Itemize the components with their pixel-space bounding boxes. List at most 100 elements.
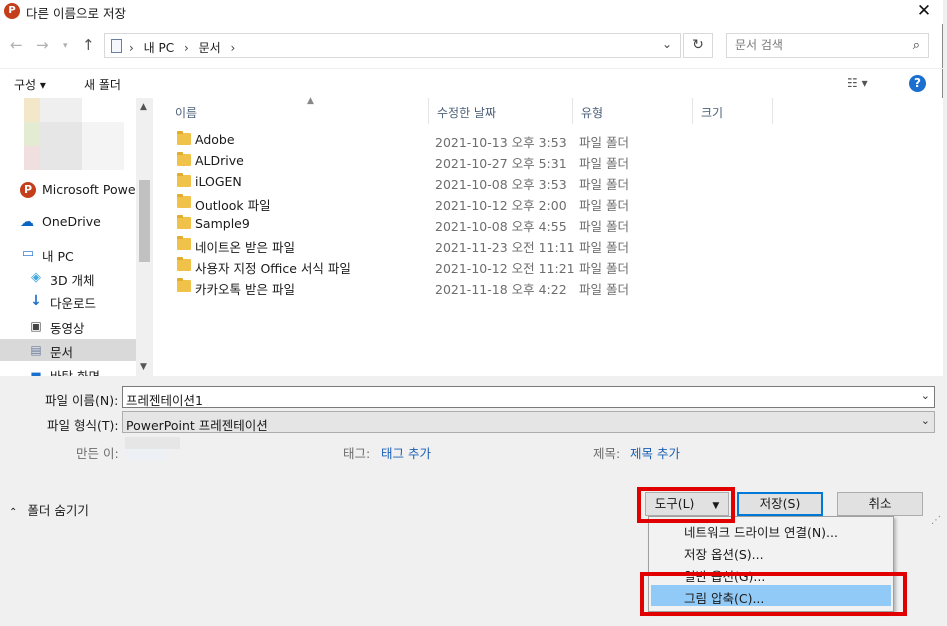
filename-label: 파일 이름(N):: [45, 393, 119, 408]
add-title-link[interactable]: 제목 추가: [630, 443, 680, 462]
resize-grip-icon[interactable]: ⋰: [931, 515, 941, 526]
sidebar-item-my-pc[interactable]: ▭ 내 PC: [0, 243, 136, 265]
document-folder-icon: [111, 39, 122, 53]
recent-locations-chevron-icon[interactable]: ▾: [63, 41, 68, 51]
organize-button[interactable]: 구성 ▾: [14, 76, 46, 93]
powerpoint-app-icon: P: [4, 3, 20, 19]
save-as-dialog: P 다른 이름으로 저장 ✕ ← → ▾ ↑ › 내 PC › 문서 › ⌄ ↻…: [0, 0, 943, 527]
sidebar-item-downloads[interactable]: ↓ 다운로드: [0, 290, 136, 312]
3d-objects-icon: ◈: [31, 270, 41, 285]
pc-icon: ▭: [21, 246, 35, 261]
folder-icon: [177, 257, 191, 271]
menu-item-label: 저장 옵션(S)...: [684, 547, 764, 562]
table-row[interactable]: iLOGEN 2021-10-08 오후 3:53 파일 폴더: [153, 171, 773, 192]
file-type: 파일 폴더: [579, 261, 629, 276]
search-input[interactable]: [735, 38, 895, 52]
sidebar-item-label: 내 PC: [42, 249, 74, 264]
column-header-name[interactable]: ▲ 이름: [167, 96, 429, 124]
sidebar-item-3d-objects[interactable]: ◈ 3D 개체: [0, 267, 136, 289]
filetype-label: 파일 형식(T):: [47, 418, 119, 433]
table-row[interactable]: 카카오톡 받은 파일 2021-11-18 오후 4:22 파일 폴더: [153, 276, 773, 297]
highlight-box-tools: [637, 487, 735, 523]
sidebar-item-powerpoint[interactable]: P Microsoft PowerP: [0, 179, 148, 201]
file-date: 2021-10-27 오후 5:31: [435, 156, 567, 171]
breadcrumb-separator: ›: [230, 41, 236, 55]
document-icon: ▤: [30, 343, 42, 357]
scroll-up-icon[interactable]: ▲: [140, 102, 147, 112]
sidebar-item-onedrive[interactable]: ☁ OneDrive: [0, 211, 136, 233]
column-header-modified[interactable]: 수정한 날짜: [429, 98, 573, 124]
file-type: 파일 폴더: [579, 240, 629, 255]
folder-icon: [177, 236, 191, 250]
column-header-type[interactable]: 유형: [573, 98, 693, 124]
column-header-size[interactable]: 크기: [693, 98, 773, 124]
sort-up-icon: ▲: [307, 96, 314, 106]
sidebar-item-label: 3D 개체: [50, 273, 95, 288]
scrollbar-thumb[interactable]: [139, 180, 150, 262]
file-date: 2021-10-08 오후 4:55: [435, 219, 567, 234]
folder-icon: [177, 194, 191, 208]
table-row[interactable]: Adobe 2021-10-13 오후 3:53 파일 폴더: [153, 129, 773, 150]
chevron-down-icon[interactable]: ⌄: [921, 389, 930, 402]
up-arrow-icon[interactable]: ↑: [82, 36, 95, 54]
address-bar[interactable]: › 내 PC › 문서 › ⌄: [104, 33, 681, 58]
new-folder-button[interactable]: 새 폴더: [84, 76, 121, 93]
chevron-up-icon: ⌃: [9, 507, 18, 518]
video-icon: ▣: [30, 319, 42, 333]
file-name: iLOGEN: [195, 174, 242, 189]
file-date: 2021-10-12 오후 2:00: [435, 198, 567, 213]
file-name: ALDrive: [195, 153, 244, 168]
cancel-button[interactable]: 취소: [837, 492, 923, 516]
folder-icon: [177, 173, 191, 187]
breadcrumb: › 내 PC › 문서 ›: [129, 39, 241, 56]
help-icon[interactable]: ?: [909, 75, 926, 92]
folder-icon: [177, 131, 191, 145]
filetype-select[interactable]: PowerPoint 프레젠테이션 ⌄: [122, 411, 935, 433]
sidebar-item-videos[interactable]: ▣ 동영상: [0, 315, 136, 337]
view-options-icon[interactable]: ☷ ▾: [847, 76, 868, 90]
sidebar-item-documents[interactable]: ▤ 문서: [0, 339, 136, 361]
file-name: 카카오톡 받은 파일: [195, 282, 295, 297]
back-arrow-icon[interactable]: ←: [10, 36, 23, 54]
add-tag-link[interactable]: 태그 추가: [381, 443, 431, 462]
breadcrumb-item-documents[interactable]: 문서: [199, 41, 221, 55]
sidebar-item-label: 동영상: [50, 321, 85, 336]
chevron-down-icon[interactable]: ⌄: [662, 37, 672, 51]
close-icon[interactable]: ✕: [911, 0, 937, 22]
file-type: 파일 폴더: [579, 177, 629, 192]
forward-arrow-icon[interactable]: →: [36, 36, 49, 54]
desktop-icon: ▬: [30, 367, 42, 376]
file-name: Outlook 파일: [195, 198, 271, 213]
table-row[interactable]: Sample9 2021-10-08 오후 4:55 파일 폴더: [153, 213, 773, 234]
title-label: 제목:: [593, 446, 621, 461]
sidebar-item-label: 문서: [50, 345, 74, 360]
blurred-author: [125, 437, 180, 461]
search-box[interactable]: ⌕: [726, 33, 929, 58]
table-row[interactable]: ALDrive 2021-10-27 오후 5:31 파일 폴더: [153, 150, 773, 171]
column-header-label: 수정한 날짜: [437, 106, 497, 120]
sidebar-scrollbar[interactable]: ▲ ▼: [136, 98, 153, 376]
menu-item-save-options[interactable]: 저장 옵션(S)...: [651, 541, 891, 562]
file-name: Adobe: [195, 132, 235, 147]
sidebar-item-label: Microsoft PowerP: [42, 182, 149, 197]
table-row[interactable]: 네이트온 받은 파일 2021-11-23 오전 11:11 파일 폴더: [153, 234, 773, 255]
tags-label: 태그:: [343, 446, 371, 461]
scroll-down-icon[interactable]: ▼: [140, 362, 147, 372]
table-row[interactable]: Outlook 파일 2021-10-12 오후 2:00 파일 폴더: [153, 192, 773, 213]
save-button[interactable]: 저장(S): [737, 492, 823, 516]
table-row[interactable]: 사용자 지정 Office 서식 파일 2021-10-12 오전 11:21 …: [153, 255, 773, 276]
refresh-icon[interactable]: ↻: [683, 33, 713, 58]
powerpoint-icon: P: [20, 182, 36, 198]
onedrive-icon: ☁: [20, 214, 34, 230]
folder-icon: [177, 278, 191, 292]
sidebar-item-label: OneDrive: [42, 214, 101, 229]
folder-icon: [177, 215, 191, 229]
chevron-down-icon[interactable]: ⌄: [921, 414, 930, 427]
search-icon[interactable]: ⌕: [913, 38, 920, 53]
hide-folders-label: 폴더 숨기기: [27, 503, 89, 518]
file-list: ▲ 이름 수정한 날짜 유형 크기 Adobe 2021-10-13 오후 3:…: [153, 96, 943, 376]
filename-field[interactable]: 프레젠테이션1 ⌄: [122, 386, 935, 408]
hide-folders-toggle[interactable]: ⌃ 폴더 숨기기: [9, 500, 89, 519]
sidebar-item-desktop[interactable]: ▬ 바탕 화면: [0, 363, 136, 376]
breadcrumb-item-my-pc[interactable]: 내 PC: [144, 41, 174, 55]
